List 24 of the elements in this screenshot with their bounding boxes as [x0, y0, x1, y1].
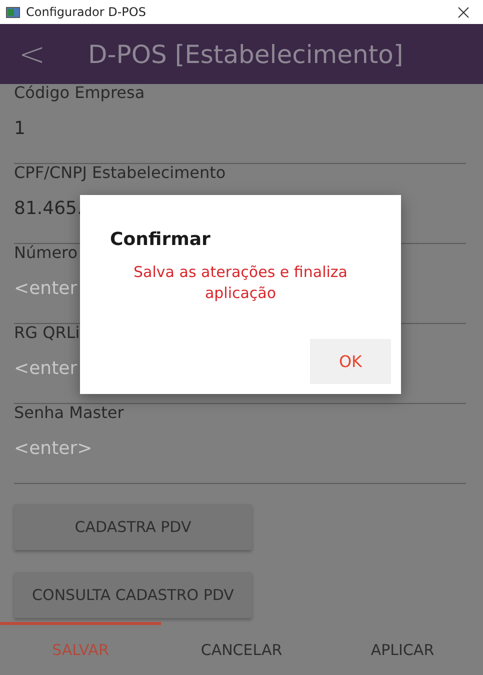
field-label: Número [14, 244, 78, 264]
field-label: RG QRLi [14, 324, 80, 344]
dialog-message: Salva as aterações e finaliza aplicação [132, 262, 348, 304]
field-label: CPF/CNPJ Estabelecimento [14, 164, 226, 184]
back-button[interactable]: < [0, 35, 64, 73]
action-button[interactable]: CADASTRA PDV [14, 504, 252, 550]
field-value: 1 [14, 118, 26, 139]
tab[interactable]: CANCELAR [161, 622, 322, 675]
field-label: Senha Master [14, 404, 124, 424]
close-icon[interactable] [458, 6, 469, 18]
window-title: Configurador D-POS [26, 5, 147, 19]
page-title: D-POS [Estabelecimento] [88, 40, 404, 68]
dialog-title: Confirmar [110, 229, 210, 250]
input-field[interactable]: Código Empresa 1 [14, 84, 466, 164]
field-value: 81.465. [14, 198, 83, 219]
tab[interactable]: APLICAR [322, 622, 483, 675]
field-placeholder: <enter [14, 358, 78, 379]
ok-button[interactable]: OK [310, 339, 391, 384]
field-placeholder: <enter [14, 278, 78, 299]
action-button[interactable]: CONSULTA CADASTRO PDV [14, 572, 252, 618]
field-placeholder: <enter> [14, 438, 92, 459]
app-icon [6, 6, 20, 18]
field-label: Código Empresa [14, 84, 145, 104]
input-field[interactable]: Senha Master <enter> [14, 404, 466, 484]
